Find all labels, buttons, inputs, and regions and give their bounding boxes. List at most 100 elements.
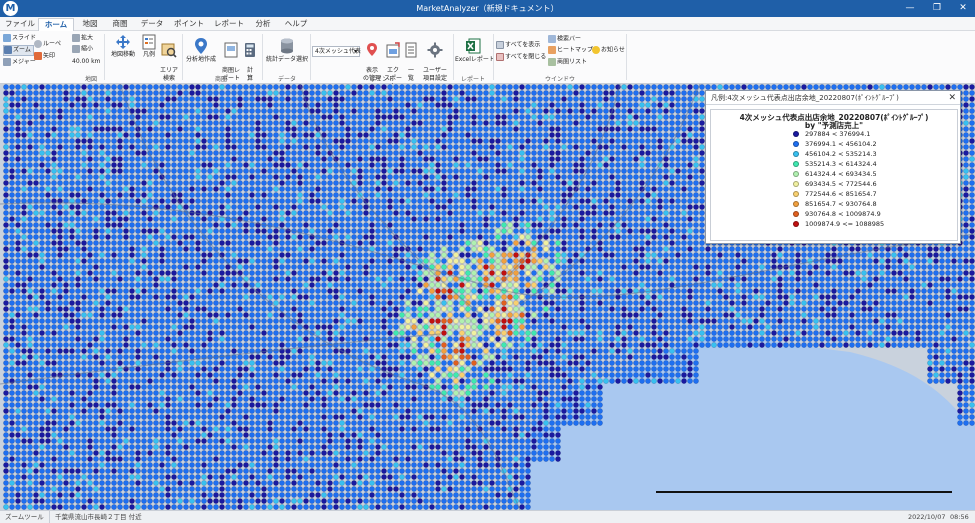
database-icon — [281, 38, 293, 54]
title-bar: M MarketAnalyzer（新規ドキュメント） — ❐ ✕ — [0, 0, 975, 17]
trade-area-list-label: 商圏リスト — [557, 58, 588, 66]
trade-area-list-button[interactable]: 商圏リスト — [548, 58, 587, 67]
close-windows-icon — [496, 53, 504, 61]
group-label-window: ウインドウ — [544, 76, 575, 83]
heatmap-label: ヒートマップ — [557, 46, 594, 54]
chevron-down-icon: ▾ — [353, 48, 357, 55]
statistics-data-label: 統計データ選択 — [265, 56, 308, 63]
map-pin-icon — [195, 38, 207, 54]
group-label-report: レポート — [460, 76, 485, 83]
tab-home[interactable]: ホーム — [38, 18, 74, 31]
minimize-button[interactable]: — — [897, 0, 923, 17]
move-arrows-icon — [116, 35, 130, 49]
close-icon[interactable]: ✕ — [948, 92, 956, 104]
legend-panel: 4次メッシュ代表点出店余地_20220807(ﾎﾟｲﾝﾄｸﾞﾙｰﾌﾟ) by "… — [710, 109, 958, 241]
notice-label: お知らせ — [601, 46, 625, 54]
slide-tool-button[interactable]: スライド — [3, 34, 36, 43]
arrow-button[interactable]: 矢印 — [34, 52, 55, 61]
legend-range-label: 456104.2 < 535214.3 — [805, 150, 877, 158]
statistics-data-select-button[interactable]: 統計データ選択 — [264, 37, 310, 64]
maximize-button[interactable]: ❐ — [924, 0, 950, 17]
group-label-trade-area: 商圏 — [214, 76, 227, 83]
loupe-button[interactable]: ルーペ — [34, 40, 61, 49]
group-label-map: 地図 — [84, 76, 97, 83]
legend-swatch — [793, 151, 799, 157]
close-all-button[interactable]: すべてを閉じる — [496, 53, 546, 62]
zoom-tool-button[interactable]: ズーム — [3, 45, 34, 56]
excel-report-label: Excelレポート — [455, 56, 495, 63]
analysis-area-create-button[interactable]: 分析地作成 — [183, 37, 219, 64]
legend-swatch — [793, 191, 799, 197]
window-icon — [496, 41, 504, 49]
slide-icon — [3, 34, 11, 42]
ribbon-separator — [453, 34, 454, 80]
legend-class-row: 535214.3 < 614324.4 — [793, 160, 877, 169]
map-move-button[interactable]: 地図移動 — [106, 34, 140, 59]
point-marker-icon — [367, 43, 377, 56]
legend-range-label: 772544.6 < 851654.7 — [805, 190, 877, 198]
search-bar-button[interactable]: 検索バー — [548, 35, 581, 44]
tab-analysis[interactable]: 分析 — [251, 18, 275, 31]
legend-swatch — [793, 171, 799, 177]
legend-class-row: 930764.8 < 1009874.9 — [793, 210, 881, 219]
legend-window[interactable]: 凡例:4次メッシュ代表点出店余地_20220807(ﾎﾟｲﾝﾄｸﾞﾙｰﾌﾟ) ✕… — [705, 90, 961, 244]
close-window-button[interactable]: ✕ — [950, 0, 975, 17]
legend-class-row: 614324.4 < 693434.5 — [793, 170, 877, 179]
legend-swatch — [793, 201, 799, 207]
tab-trade-area[interactable]: 商圏 — [108, 18, 132, 31]
legend-range-label: 297884 < 376994.1 — [805, 130, 871, 138]
zoom-out-button[interactable]: 縮小 — [72, 45, 93, 54]
area-search-button[interactable]: エリア 検索 — [158, 34, 180, 83]
legend-range-label: 930764.8 < 1009874.9 — [805, 210, 881, 218]
show-all-label: すべてを表示 — [505, 41, 541, 49]
legend-icon — [142, 34, 156, 50]
legend-swatch — [793, 181, 799, 187]
measure-label: メジャー — [12, 58, 36, 66]
tab-file[interactable]: ファイル — [5, 18, 35, 31]
arrow-icon — [34, 52, 42, 60]
map-move-label: 地図移動 — [110, 51, 135, 58]
ribbon-separator — [262, 34, 263, 80]
legend-button[interactable]: 凡例 — [141, 34, 157, 59]
ruler-icon — [3, 58, 11, 66]
measure-tool-button[interactable]: メジャー — [3, 58, 36, 67]
heatmap-icon — [548, 46, 556, 54]
heatmap-button[interactable]: ヒートマップ — [548, 46, 593, 55]
status-time: 08:56 — [950, 513, 969, 521]
tab-map[interactable]: 地図 — [78, 18, 102, 31]
legend-swatch — [793, 221, 799, 227]
tab-help[interactable]: ヘルプ — [281, 18, 311, 31]
slide-label: スライド — [12, 34, 37, 42]
status-location: 千葉県流山市長崎２丁目 付近 — [55, 513, 142, 521]
legend-class-row: 297884 < 376994.1 — [793, 130, 870, 139]
area-search-label: エリア 検索 — [159, 67, 178, 82]
zoom-out-icon — [72, 45, 80, 53]
excel-icon — [466, 38, 481, 54]
zoom-label: ズーム — [13, 46, 31, 54]
zoom-out-label: 縮小 — [81, 45, 94, 53]
tab-report[interactable]: レポート — [212, 18, 246, 31]
ribbon-tab-bar: ファイル ホーム 地図 商圏 データ ポイント レポート 分析 ヘルプ — [0, 17, 975, 31]
legend-class-row: 1009874.9 <= 1088985 — [793, 220, 884, 229]
legend-range-label: 693434.5 < 772544.6 — [805, 180, 877, 188]
tab-point[interactable]: ポイント — [172, 18, 206, 31]
legend-range-label: 535214.3 < 614324.4 — [805, 160, 877, 168]
excel-report-button[interactable]: Excelレポート — [455, 37, 495, 64]
ribbon-toolbar: スライド ズーム メジャー ルーペ 矢印 拡大 縮小 40.00 km 地図移動… — [0, 31, 975, 90]
group-label-data: データ — [277, 76, 296, 83]
legend-class-row: 772544.6 < 851654.7 — [793, 190, 877, 199]
bell-icon — [592, 46, 600, 54]
legend-class-row: 376994.1 < 456104.2 — [793, 140, 877, 149]
status-tool: ズームツール — [2, 511, 50, 523]
zoom-mode-icon — [4, 46, 12, 54]
point-layer-dropdown[interactable]: 4次メッシュ代表 ▾ — [312, 46, 361, 57]
ribbon-separator — [626, 34, 627, 80]
show-all-button[interactable]: すべてを表示 — [496, 41, 540, 50]
map-scale-readout: 40.00 km — [72, 58, 101, 65]
zoom-in-button[interactable]: 拡大 — [72, 34, 93, 43]
tab-data[interactable]: データ — [138, 18, 166, 31]
legend-swatch — [793, 161, 799, 167]
ribbon-separator — [310, 34, 311, 80]
notice-button[interactable]: お知らせ — [592, 46, 625, 55]
legend-class-row: 456104.2 < 535214.3 — [793, 150, 877, 159]
